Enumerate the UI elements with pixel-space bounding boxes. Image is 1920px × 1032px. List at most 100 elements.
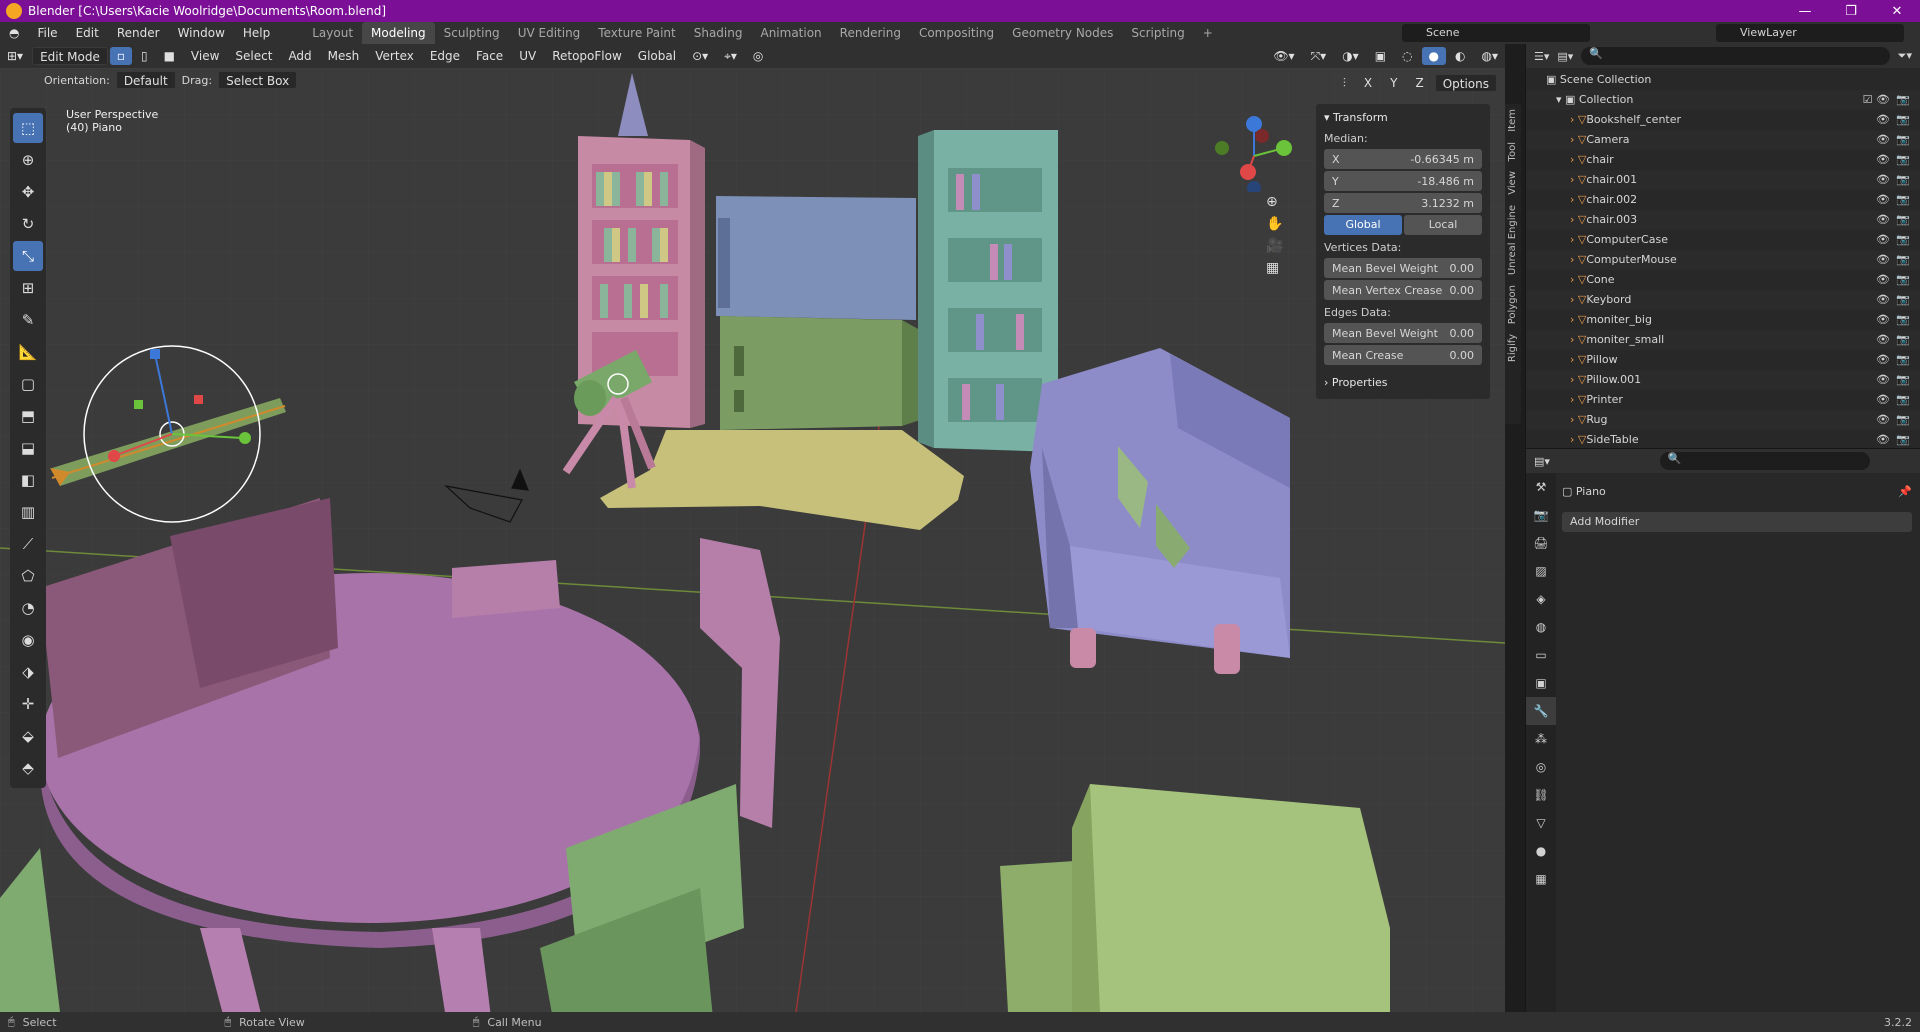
local-button[interactable]: Local xyxy=(1404,215,1482,235)
outliner-item[interactable]: › ▽ Keybord 👁 📷 xyxy=(1526,290,1920,310)
orientation-dropdown[interactable]: Default xyxy=(115,71,176,89)
inset-icon[interactable]: ⬓ xyxy=(13,433,43,463)
tab-tool[interactable]: Tool xyxy=(1505,137,1520,166)
shear-icon[interactable]: ⬙ xyxy=(13,721,43,751)
editor-type-icon[interactable]: ⊞▾ xyxy=(0,47,30,65)
render-visibility-icon[interactable]: 📷 xyxy=(1896,250,1910,270)
edge-slide-icon[interactable]: ⬗ xyxy=(13,657,43,687)
shading-solid-icon[interactable]: ● xyxy=(1421,47,1447,65)
vertex-select-icon[interactable]: ▫ xyxy=(109,47,132,65)
mean-bevel-weight-edge[interactable]: Mean Bevel Weight 0.00 xyxy=(1324,323,1482,343)
outliner-item[interactable]: › ▽ chair.002 👁 📷 xyxy=(1526,190,1920,210)
scene-collection-row[interactable]: ▣ Scene Collection xyxy=(1526,70,1920,90)
scene-selector[interactable]: Scene xyxy=(1402,24,1590,42)
mean-vertex-crease[interactable]: Mean Vertex Crease 0.00 xyxy=(1324,280,1482,300)
xray-icon[interactable]: ▣ xyxy=(1368,47,1393,65)
tab-view[interactable]: View xyxy=(1505,166,1520,200)
cursor-icon[interactable]: ⊕ xyxy=(13,145,43,175)
render-visibility-icon[interactable]: 📷 xyxy=(1896,210,1910,230)
transform-orientation-selector[interactable]: Global xyxy=(631,47,683,65)
visibility-eye-icon[interactable]: 👁 xyxy=(1876,390,1890,410)
close-icon[interactable]: ✕ xyxy=(1874,4,1920,19)
rip-icon[interactable]: ⬘ xyxy=(13,753,43,783)
texture-tab-icon[interactable]: ▦ xyxy=(1526,865,1556,893)
visibility-eye-icon[interactable]: 👁 xyxy=(1876,110,1890,130)
render-visibility-icon[interactable]: 📷 xyxy=(1896,410,1910,430)
display-mode-icon[interactable]: ▤▾ xyxy=(1557,50,1573,63)
tab-layout[interactable]: Layout xyxy=(303,22,362,44)
zoom-icon[interactable]: ⊕ xyxy=(1266,194,1283,210)
gizmo-icon[interactable]: ⤧▾ xyxy=(1304,47,1334,65)
pan-hand-icon[interactable]: ✋ xyxy=(1266,216,1283,232)
tab-rigify[interactable]: Rigify xyxy=(1505,329,1520,367)
tab-texture-paint[interactable]: Texture Paint xyxy=(589,22,684,44)
menu-edit[interactable]: Edit xyxy=(67,26,108,40)
view-layer-tab-icon[interactable]: ▨ xyxy=(1526,557,1556,585)
outliner-item[interactable]: › ▽ moniter_big 👁 📷 xyxy=(1526,310,1920,330)
visibility-eye-icon[interactable]: 👁 xyxy=(1876,290,1890,310)
visibility-eye-icon[interactable]: 👁 xyxy=(1876,250,1890,270)
median-z-field[interactable]: Z 3.1232 m xyxy=(1324,193,1482,213)
outliner-item[interactable]: › ▽ Printer 👁 📷 xyxy=(1526,390,1920,410)
knife-icon[interactable]: ⟋ xyxy=(13,529,43,559)
tab-unreal-engine[interactable]: Unreal Engine xyxy=(1505,200,1520,280)
outliner-item[interactable]: › ▽ Bookshelf_center 👁 📷 xyxy=(1526,110,1920,130)
render-visibility-icon[interactable]: 📷 xyxy=(1896,370,1910,390)
spin-icon[interactable]: ◔ xyxy=(13,593,43,623)
menu-edge[interactable]: Edge xyxy=(423,47,467,65)
face-select-icon[interactable]: ■ xyxy=(157,47,182,65)
material-tab-icon[interactable]: ● xyxy=(1526,837,1556,865)
world-tab-icon[interactable]: ◍ xyxy=(1526,613,1556,641)
mode-selector[interactable]: Edit Mode xyxy=(32,47,108,65)
outliner-item[interactable]: › ▽ Pillow.001 👁 📷 xyxy=(1526,370,1920,390)
median-x-field[interactable]: X -0.66345 m xyxy=(1324,149,1482,169)
tool-tab-icon[interactable]: ⚒ xyxy=(1526,473,1556,501)
visibility-eye-icon[interactable]: 👁 xyxy=(1876,430,1890,450)
poly-build-icon[interactable]: ⬠ xyxy=(13,561,43,591)
tab-uv-editing[interactable]: UV Editing xyxy=(509,22,590,44)
menu-vertex[interactable]: Vertex xyxy=(368,47,421,65)
outliner-item[interactable]: › ▽ ComputerMouse 👁 📷 xyxy=(1526,250,1920,270)
properties-header[interactable]: › Properties xyxy=(1316,373,1490,393)
camera-view-icon[interactable]: 🎥 xyxy=(1266,238,1283,254)
render-visibility-icon[interactable]: 📷 xyxy=(1896,290,1910,310)
properties-search[interactable]: 🔍 xyxy=(1659,452,1870,470)
visibility-eye-icon[interactable]: 👁 xyxy=(1876,350,1890,370)
scale-icon[interactable]: ⤡ xyxy=(13,241,43,271)
render-visibility-icon[interactable]: 📷 xyxy=(1896,430,1910,450)
data-tab-icon[interactable]: ▽ xyxy=(1526,809,1556,837)
collection-row[interactable]: ▾ ▣ Collection ☑ 👁 📷 xyxy=(1526,90,1920,110)
menu-render[interactable]: Render xyxy=(108,26,169,40)
blender-menu-icon[interactable]: ◓ xyxy=(0,26,28,40)
visibility-eye-icon[interactable]: 👁 xyxy=(1876,150,1890,170)
bevel-icon[interactable]: ◧ xyxy=(13,465,43,495)
visibility-eye-icon[interactable]: 👁 xyxy=(1876,370,1890,390)
tab-scripting[interactable]: Scripting xyxy=(1122,22,1193,44)
render-visibility-icon[interactable]: 📷 xyxy=(1896,190,1910,210)
particles-tab-icon[interactable]: ⁂ xyxy=(1526,725,1556,753)
render-visibility-icon[interactable]: 📷 xyxy=(1896,310,1910,330)
filter-icon[interactable]: ⏷▾ xyxy=(1898,49,1912,63)
menu-add[interactable]: Add xyxy=(281,47,318,65)
shrink-fatten-icon[interactable]: ✛ xyxy=(13,689,43,719)
transform-header[interactable]: ▾ Transform xyxy=(1316,108,1490,128)
menu-view[interactable]: View xyxy=(184,47,226,65)
proportional-edit-icon[interactable]: ◎ xyxy=(746,47,770,65)
outliner-item[interactable]: › ▽ Camera 👁 📷 xyxy=(1526,130,1920,150)
collection-tab-icon[interactable]: ▭ xyxy=(1526,641,1556,669)
outliner-item[interactable]: › ▽ chair.003 👁 📷 xyxy=(1526,210,1920,230)
menu-window[interactable]: Window xyxy=(169,26,234,40)
edge-select-icon[interactable]: ▯ xyxy=(134,47,155,65)
monitor-big[interactable] xyxy=(716,196,916,320)
outliner-item[interactable]: › ▽ ComputerCase 👁 📷 xyxy=(1526,230,1920,250)
menu-file[interactable]: File xyxy=(28,26,66,40)
render-visibility-icon[interactable]: 📷 xyxy=(1896,150,1910,170)
add-workspace-icon[interactable]: + xyxy=(1194,22,1222,44)
measure-icon[interactable]: 📐 xyxy=(13,337,43,367)
render-visibility-icon[interactable]: 📷 xyxy=(1896,330,1910,350)
tab-modeling[interactable]: Modeling xyxy=(362,22,435,44)
snap-icon[interactable]: ⌖▾ xyxy=(717,47,744,65)
physics-tab-icon[interactable]: ◎ xyxy=(1526,753,1556,781)
pin-icon[interactable]: 📌 xyxy=(1898,485,1912,498)
mean-crease[interactable]: Mean Crease 0.00 xyxy=(1324,345,1482,365)
